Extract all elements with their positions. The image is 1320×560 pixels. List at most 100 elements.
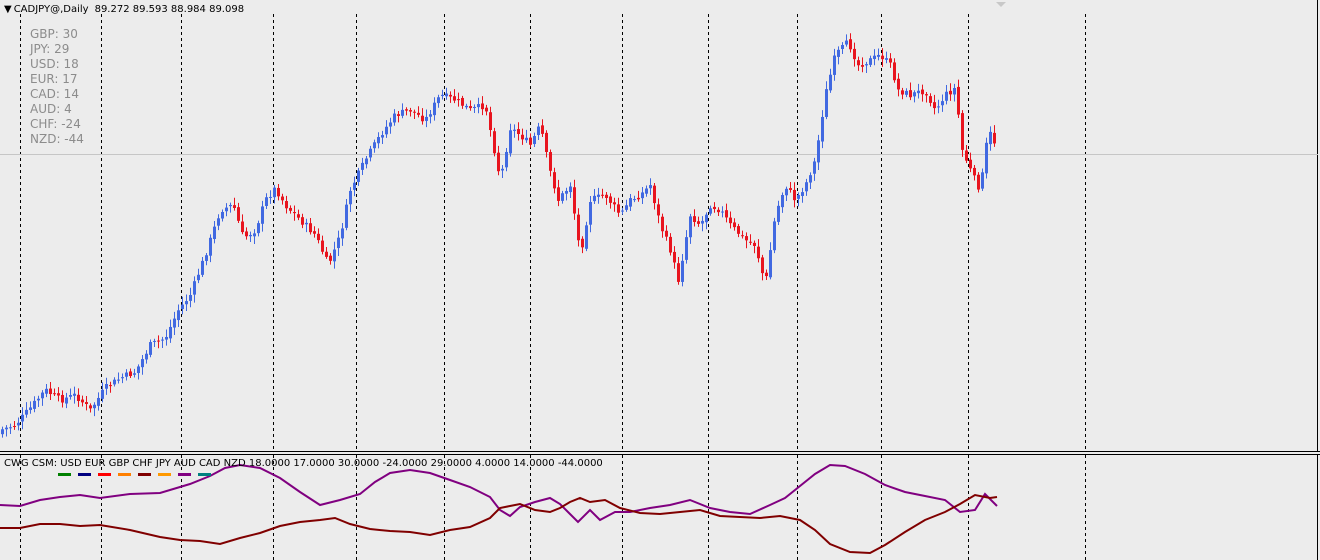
candle-body — [841, 44, 844, 49]
candle-body — [797, 195, 800, 199]
candle-body — [761, 257, 764, 274]
candle-body — [609, 196, 612, 203]
indicator-canvas[interactable] — [0, 455, 1318, 560]
candle-body — [725, 210, 728, 218]
candle-body — [813, 161, 816, 174]
candle-body — [853, 48, 856, 60]
candle-body — [465, 105, 468, 108]
candle-body — [17, 422, 20, 426]
candle-body — [541, 125, 544, 134]
candle-body — [433, 102, 436, 116]
candle-body — [265, 197, 268, 206]
candle-body — [909, 90, 912, 98]
candle-body — [865, 64, 868, 66]
candle-body — [489, 112, 492, 131]
candle-body — [217, 218, 220, 226]
candle-body — [65, 397, 68, 404]
candle-body — [297, 214, 300, 218]
candle-body — [833, 55, 836, 75]
candle-body — [721, 211, 724, 213]
currency-strength-item: USD: 18 — [30, 57, 79, 71]
candle-body — [257, 223, 260, 234]
legend-swatch — [78, 473, 91, 476]
candle-body — [253, 233, 256, 237]
candle-body — [449, 94, 452, 97]
candle-body — [249, 234, 252, 237]
candle-body — [401, 109, 404, 116]
legend-swatch — [198, 473, 211, 476]
candle-body — [153, 340, 156, 342]
candle-body — [717, 209, 720, 213]
candle-body — [741, 235, 744, 237]
candle-body — [817, 140, 820, 163]
price-chart-pane[interactable]: ▼ CADJPY@,Daily 89.272 89.593 88.984 89.09… — [0, 0, 1318, 451]
candle-body — [381, 135, 384, 138]
candle-body — [673, 251, 676, 263]
candle-body — [453, 96, 456, 101]
candle-body — [565, 190, 568, 194]
chart-window[interactable]: ▼ CADJPY@,Daily 89.272 89.593 88.984 89.09… — [0, 0, 1320, 560]
candle-body — [777, 205, 780, 222]
candle-body — [225, 207, 228, 212]
candle-body — [837, 49, 840, 57]
chart-menu-icon[interactable]: ▼ — [4, 4, 12, 15]
candle-body — [189, 295, 192, 301]
candle-body — [953, 88, 956, 95]
candle-body — [901, 90, 904, 95]
candle-body — [133, 373, 136, 375]
candle-body — [193, 281, 196, 295]
candle-body — [753, 242, 756, 246]
candle-body — [61, 394, 64, 403]
candle-body — [417, 112, 420, 115]
candle-body — [677, 263, 680, 282]
candle-body — [365, 158, 368, 165]
candle-body — [961, 113, 964, 150]
candle-body — [573, 187, 576, 214]
candle-body — [689, 216, 692, 238]
candle-body — [921, 89, 924, 95]
candle-body — [665, 230, 668, 237]
candle-body — [849, 39, 852, 50]
currency-strength-item: NZD: -44 — [30, 132, 84, 146]
candle-body — [825, 89, 828, 117]
candle-body — [581, 238, 584, 248]
candle-body — [29, 407, 32, 411]
candle-body — [477, 104, 480, 108]
candle-body — [137, 366, 140, 374]
legend-swatch — [98, 473, 111, 476]
candle-body — [213, 226, 216, 240]
candle-body — [649, 185, 652, 189]
candle-body — [577, 214, 580, 241]
indicator-title: CWG CSM: USD EUR GBP CHF JPY AUD CAD NZD… — [4, 458, 603, 469]
candle-body — [89, 405, 92, 409]
candle-body — [457, 99, 460, 101]
candle-body — [93, 404, 96, 409]
candle-body — [5, 427, 8, 430]
chart-shift-marker-icon[interactable] — [996, 2, 1006, 7]
candle-body — [69, 395, 72, 397]
candle-body — [373, 142, 376, 149]
currency-strength-item: JPY: 29 — [30, 42, 70, 56]
candle-body — [749, 241, 752, 243]
candle-body — [765, 272, 768, 277]
candle-body — [781, 195, 784, 208]
candle-body — [897, 78, 900, 90]
candle-body — [97, 397, 100, 406]
candle-body — [505, 151, 508, 168]
price-chart-canvas[interactable] — [0, 0, 1318, 451]
candle-body — [973, 167, 976, 176]
candle-body — [525, 137, 528, 141]
indicator-pane[interactable]: CWG CSM: USD EUR GBP CHF JPY AUD CAD NZD… — [0, 455, 1318, 560]
candle-body — [181, 304, 184, 310]
candle-body — [413, 111, 416, 113]
candle-body — [353, 182, 356, 190]
candle-body — [617, 204, 620, 213]
candle-body — [361, 162, 364, 170]
candle-body — [561, 193, 564, 201]
candle-body — [925, 94, 928, 96]
candle-body — [989, 131, 992, 145]
candle-body — [521, 134, 524, 140]
candle-body — [769, 250, 772, 278]
candle-body — [177, 310, 180, 321]
candle-body — [917, 90, 920, 94]
